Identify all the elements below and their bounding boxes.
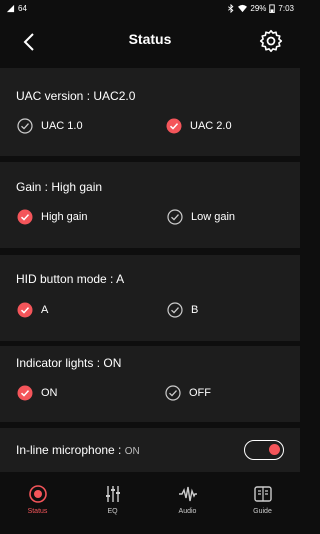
- toggle-knob: [269, 444, 280, 455]
- waveform-icon: [178, 486, 197, 502]
- hid-button-mode-section: HID button mode : A A B: [0, 255, 300, 341]
- nav-eq[interactable]: EQ: [75, 484, 150, 515]
- unchecked-circle-icon: [17, 118, 33, 134]
- clock: 7:03: [278, 4, 294, 13]
- option-lights-on[interactable]: ON: [17, 385, 58, 401]
- top-app-bar: Status: [0, 18, 300, 64]
- nav-audio[interactable]: Audio: [150, 484, 225, 515]
- option-label: UAC 1.0: [41, 120, 83, 132]
- system-status-bar: 64 29% 7:03: [0, 0, 300, 18]
- nav-status[interactable]: Status: [0, 484, 75, 515]
- unchecked-circle-icon: [165, 385, 181, 401]
- microphone-value: ON: [124, 446, 140, 457]
- book-icon: [253, 486, 272, 502]
- equalizer-icon: [105, 486, 120, 502]
- nav-guide[interactable]: Guide: [225, 484, 300, 515]
- microphone-toggle[interactable]: [244, 440, 284, 460]
- option-high-gain[interactable]: High gain: [17, 209, 87, 225]
- signal-strength: 64: [18, 4, 27, 13]
- unchecked-circle-icon: [167, 209, 183, 225]
- uac-version-label: UAC version : UAC2.0: [16, 89, 136, 103]
- checked-circle-icon: [17, 302, 33, 318]
- gear-icon[interactable]: [258, 28, 284, 54]
- option-mode-a[interactable]: A: [17, 302, 48, 318]
- checked-circle-icon: [166, 118, 182, 134]
- gain-label: Gain : High gain: [16, 180, 103, 194]
- option-lights-off[interactable]: OFF: [165, 385, 211, 401]
- signal-icon: [6, 4, 15, 13]
- gain-section: Gain : High gain High gain Low gain: [0, 162, 300, 248]
- option-label: ON: [41, 387, 58, 399]
- wifi-icon: [238, 4, 248, 13]
- bottom-navigation: Status EQ Audio Guide: [0, 478, 300, 534]
- microphone-label: In-line microphone : ON: [16, 443, 140, 457]
- option-label: UAC 2.0: [190, 120, 232, 132]
- option-uac-1[interactable]: UAC 1.0: [17, 118, 83, 134]
- uac-version-section: UAC version : UAC2.0 UAC 1.0 UAC 2.0: [0, 68, 300, 156]
- option-mode-b[interactable]: B: [167, 302, 198, 318]
- option-label: B: [191, 304, 199, 316]
- option-low-gain[interactable]: Low gain: [167, 209, 235, 225]
- option-uac-2[interactable]: UAC 2.0: [166, 118, 232, 134]
- indicator-lights-label: Indicator lights : ON: [16, 356, 122, 370]
- option-label: A: [41, 304, 49, 316]
- hid-button-mode-label: HID button mode : A: [16, 272, 125, 286]
- option-label: Low gain: [191, 211, 236, 223]
- option-label: OFF: [189, 387, 211, 399]
- microphone-section: In-line microphone : ON: [0, 428, 300, 472]
- page-title: Status: [128, 31, 172, 47]
- unchecked-circle-icon: [167, 302, 183, 318]
- indicator-lights-section: Indicator lights : ON ON OFF: [0, 346, 300, 422]
- option-label: High gain: [41, 211, 88, 223]
- checked-circle-icon: [17, 385, 33, 401]
- bluetooth-icon: [228, 4, 234, 13]
- battery-icon: [269, 4, 276, 13]
- checked-circle-icon: [17, 209, 33, 225]
- status-icon: [28, 485, 47, 503]
- battery-percent: 29%: [250, 4, 267, 13]
